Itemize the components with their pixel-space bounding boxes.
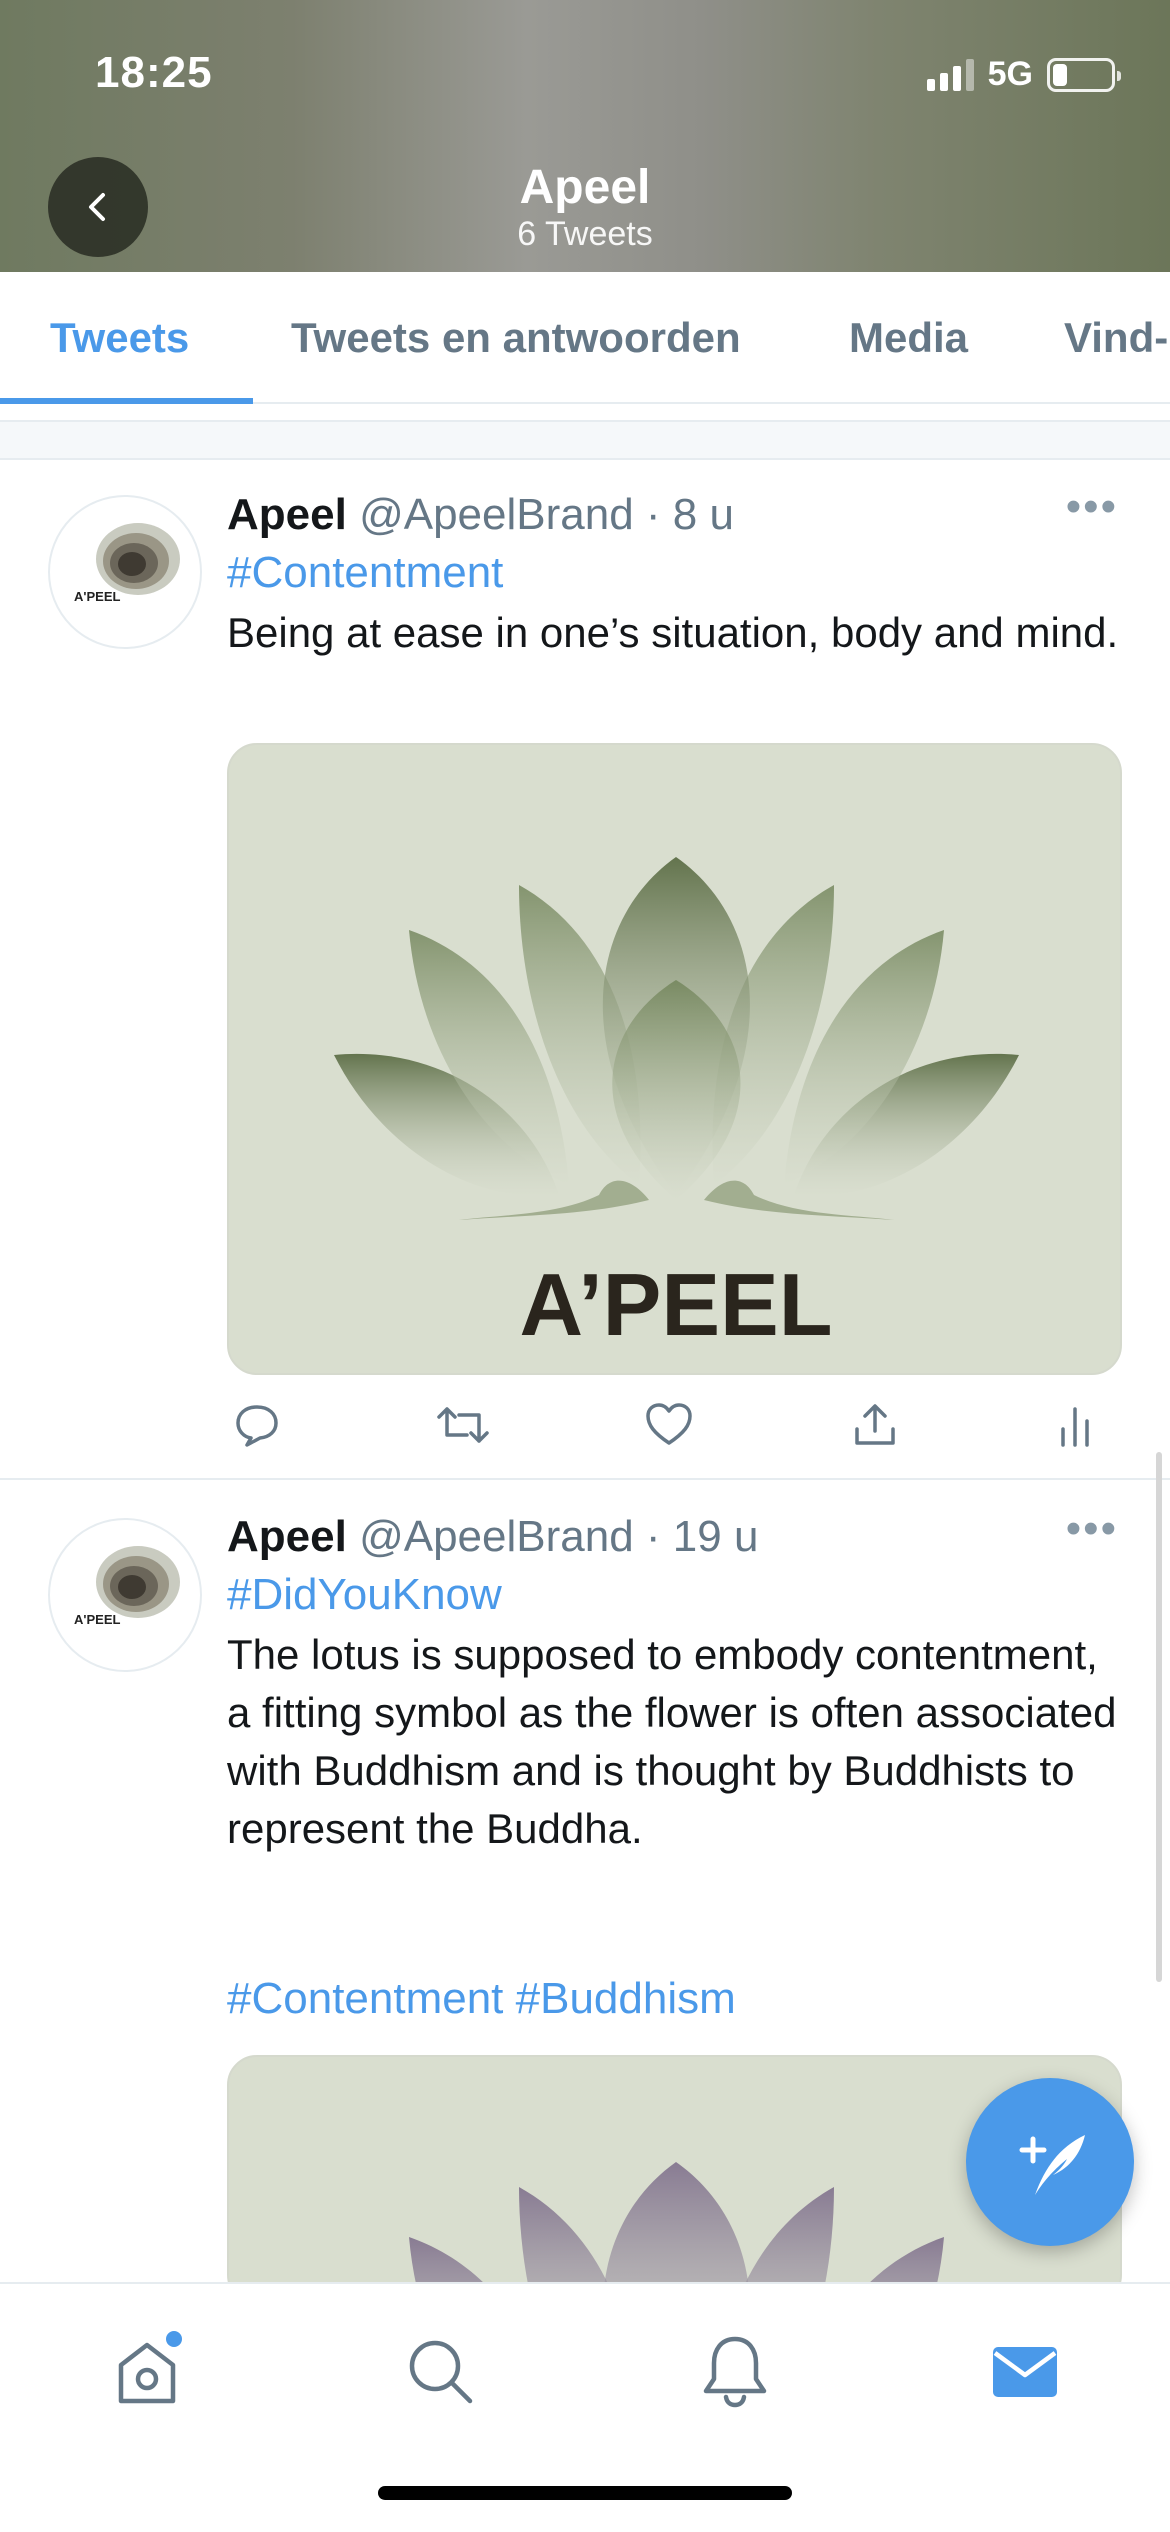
avatar[interactable]: A'PEEL — [48, 495, 202, 649]
lotus-logo-image: A’PEEL — [334, 857, 1019, 1354]
battery-icon — [1047, 57, 1121, 92]
signal-icon — [926, 58, 974, 91]
nav-home[interactable] — [102, 2326, 192, 2416]
tweet-header: Apeel @ApeelBrand · 8 u — [227, 490, 734, 540]
section-separator — [0, 420, 1170, 460]
more-options-button[interactable]: ••• — [1066, 1504, 1118, 1554]
avatar-label: A'PEEL — [74, 589, 121, 604]
more-options-button[interactable]: ••• — [1066, 482, 1118, 532]
tab-tweets-and-replies[interactable]: Tweets en antwoorden — [291, 314, 741, 362]
tab-likes[interactable]: Vind- — [1064, 314, 1168, 362]
avatar-label: A'PEEL — [74, 1612, 121, 1627]
tweet-count: 6 Tweets — [517, 215, 653, 253]
tweet-divider — [0, 1478, 1170, 1480]
analytics-icon — [1061, 1407, 1089, 1447]
like-button[interactable] — [639, 1395, 699, 1455]
profile-tabs: Tweets Tweets en antwoorden Media Vind- — [0, 272, 1170, 404]
retweet-button[interactable] — [433, 1395, 493, 1455]
tab-tweets[interactable]: Tweets — [50, 314, 189, 362]
home-indicator[interactable] — [378, 2486, 792, 2500]
status-time: 18:25 — [95, 48, 213, 97]
compose-tweet-icon — [1019, 2135, 1085, 2195]
network-label: 5G — [987, 55, 1033, 93]
tweet-text: Being at ease in one’s situation, body a… — [227, 609, 1119, 656]
tweet-actions — [227, 1395, 1107, 1455]
avatar[interactable]: A'PEEL — [48, 1518, 202, 1672]
retweet-icon — [437, 1407, 489, 1443]
nav-notifications[interactable] — [690, 2326, 780, 2416]
hashtag-link[interactable]: #DidYouKnow — [227, 1570, 502, 1620]
brand-wordmark: A’PEEL — [520, 1255, 833, 1354]
hashtag-links[interactable]: #Contentment #Buddhism — [227, 1974, 736, 2024]
profile-name-title: Apeel — [519, 161, 651, 214]
tweet-header: Apeel @ApeelBrand · 19 u — [227, 1512, 758, 1562]
messages-icon — [993, 2347, 1057, 2397]
tab-media[interactable]: Media — [849, 314, 968, 362]
share-icon — [855, 1404, 895, 1445]
analytics-button[interactable] — [1045, 1395, 1105, 1455]
profile-header: 18:25 5G Apeel 6 Tweets — [0, 0, 1170, 272]
compose-tweet-button[interactable] — [966, 2078, 1134, 2246]
nav-messages[interactable] — [980, 2326, 1070, 2416]
home-icon — [118, 2331, 182, 2404]
apeel-logo-icon — [96, 1546, 180, 1618]
status-indicators: 5G — [926, 55, 1121, 94]
notifications-icon — [703, 2336, 767, 2408]
reply-icon — [236, 1405, 278, 1447]
author-handle[interactable]: @ApeelBrand — [359, 490, 634, 539]
search-icon — [409, 2340, 473, 2404]
like-icon — [646, 1403, 692, 1445]
share-button[interactable] — [845, 1395, 905, 1455]
author-name[interactable]: Apeel — [227, 1512, 347, 1561]
nav-search[interactable] — [395, 2326, 485, 2416]
author-handle[interactable]: @ApeelBrand — [359, 1512, 634, 1561]
tweet-time: · 19 u — [645, 1512, 759, 1561]
hashtag-link[interactable]: #Contentment — [227, 548, 503, 598]
apeel-logo-icon — [96, 523, 180, 595]
tweet-text: The lotus is supposed to embody contentm… — [227, 1631, 1117, 1852]
active-tab-indicator — [0, 398, 253, 404]
tweet-time: · 8 u — [645, 490, 734, 539]
tweet-image[interactable]: A’PEEL — [227, 743, 1122, 1375]
scrollbar[interactable] — [1156, 1452, 1162, 1982]
reply-button[interactable] — [227, 1395, 287, 1455]
author-name[interactable]: Apeel — [227, 490, 347, 539]
